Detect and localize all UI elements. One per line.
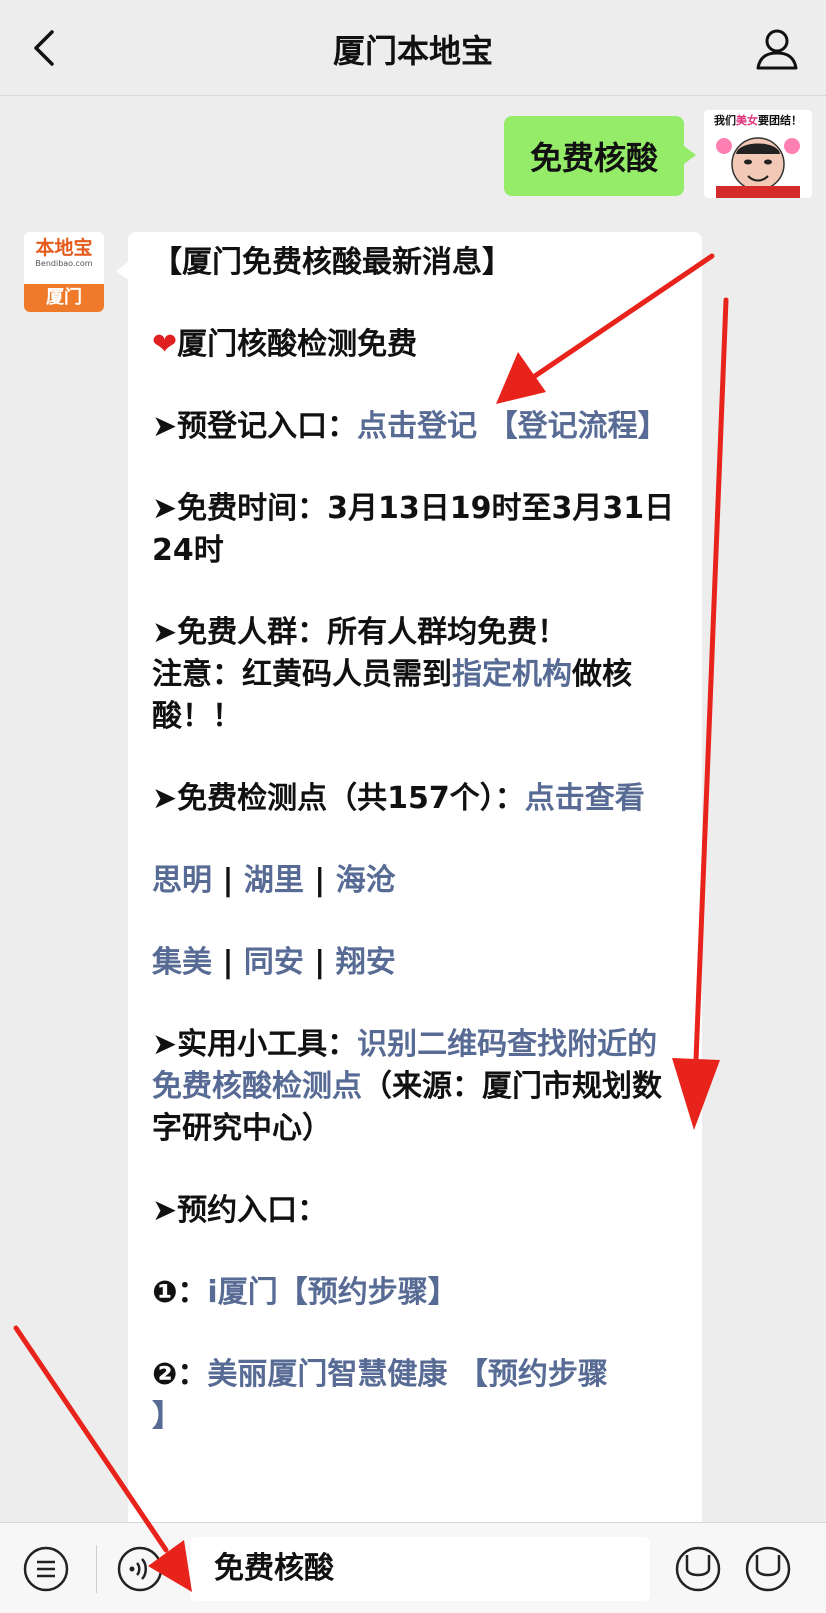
emoji-icon[interactable] xyxy=(674,1545,722,1593)
page-title: 厦门本地宝 xyxy=(332,32,493,70)
sent-message-bubble[interactable]: 免费核酸 xyxy=(503,116,697,196)
districts-row-2: 集美 | 同安 | 翔安 xyxy=(152,945,396,980)
bottom-input-bar: 免费核酸 xyxy=(0,1522,826,1613)
bar-divider xyxy=(96,1545,97,1593)
districts-row-1: 思明 | 湖里 | 海沧 xyxy=(152,863,396,898)
ixiamen-link[interactable]: i厦门 xyxy=(207,1275,277,1310)
booking-option-1: ❶：i厦门【预约步骤】 xyxy=(152,1275,458,1310)
district-link-tongan[interactable]: 同安 xyxy=(244,945,304,980)
beautiful-xiamen-health-link[interactable]: 美丽厦门智慧健康 xyxy=(207,1357,447,1392)
sent-message-row: 免费核酸 我们美女要团结！ xyxy=(112,110,812,198)
district-link-huli[interactable]: 湖里 xyxy=(244,863,304,898)
designated-institution-link[interactable]: 指定机构 xyxy=(452,657,572,692)
booking-steps-link-2[interactable]: 【预约步骤 xyxy=(458,1357,608,1392)
booking-label: ➤预约入口： xyxy=(152,1193,328,1228)
user-avatar[interactable]: 我们美女要团结！ xyxy=(704,110,812,198)
prereg-flow-link[interactable]: 【登记流程】 xyxy=(488,409,668,444)
message-input[interactable]: 免费核酸 xyxy=(190,1537,650,1601)
heart-icon: ❤ xyxy=(152,327,178,362)
avatar-logo-site: Bendibao.com xyxy=(35,259,93,268)
time-line: ➤免费时间：3月13日19时至3月31日24时 xyxy=(152,491,675,568)
prereg-line: ➤预登记入口：点击登记 【登记流程】 xyxy=(152,409,668,444)
booking-steps-link-1[interactable]: 【预约步骤】 xyxy=(278,1275,458,1310)
voice-input-icon[interactable] xyxy=(116,1545,164,1593)
reply-message-bubble: 【厦门免费核酸最新消息】 ❤厦门核酸检测免费 ➤预登记入口：点击登记 【登记流程… xyxy=(116,232,702,1532)
view-points-link[interactable]: 点击查看 xyxy=(525,781,645,816)
top-bar: 厦门本地宝 xyxy=(0,0,826,96)
crowd-block: ➤免费人群：所有人群均免费！ 注意：红黄码人员需到指定机构做核酸！！ xyxy=(152,612,682,738)
menu-list-icon[interactable] xyxy=(22,1545,70,1593)
district-link-haicang[interactable]: 海沧 xyxy=(336,863,396,898)
prereg-link[interactable]: 点击登记 xyxy=(357,409,477,444)
more-plus-icon[interactable] xyxy=(744,1545,792,1593)
notice-line: 注意：红黄码人员需到指定机构做核酸！！ xyxy=(152,657,632,734)
avatar-city: 厦门 xyxy=(24,284,104,312)
reply-title: 【厦门免费核酸最新消息】 xyxy=(152,245,512,280)
district-link-siming[interactable]: 思明 xyxy=(152,863,212,898)
crowd-line: ➤免费人群：所有人群均免费！ xyxy=(152,615,568,650)
profile-icon[interactable] xyxy=(754,26,800,72)
avatar-logo-name: 本地宝 xyxy=(35,237,93,259)
heart-line: ❤厦门核酸检测免费 xyxy=(152,327,418,362)
booking-option-2: ❷：美丽厦门智慧健康 【预约步骤】 xyxy=(152,1357,608,1434)
tool-line: ➤实用小工具：识别二维码查找附近的免费核酸检测点（来源：厦门市规划数字研究中心） xyxy=(152,1027,662,1146)
district-link-xiangan[interactable]: 翔安 xyxy=(336,945,396,980)
points-line: ➤免费检测点（共157个）：点击查看 xyxy=(152,781,645,816)
district-link-jimei[interactable]: 集美 xyxy=(152,945,212,980)
account-avatar[interactable]: 本地宝 Bendibao.com 厦门 xyxy=(24,232,104,312)
meme-face-icon xyxy=(716,137,800,198)
